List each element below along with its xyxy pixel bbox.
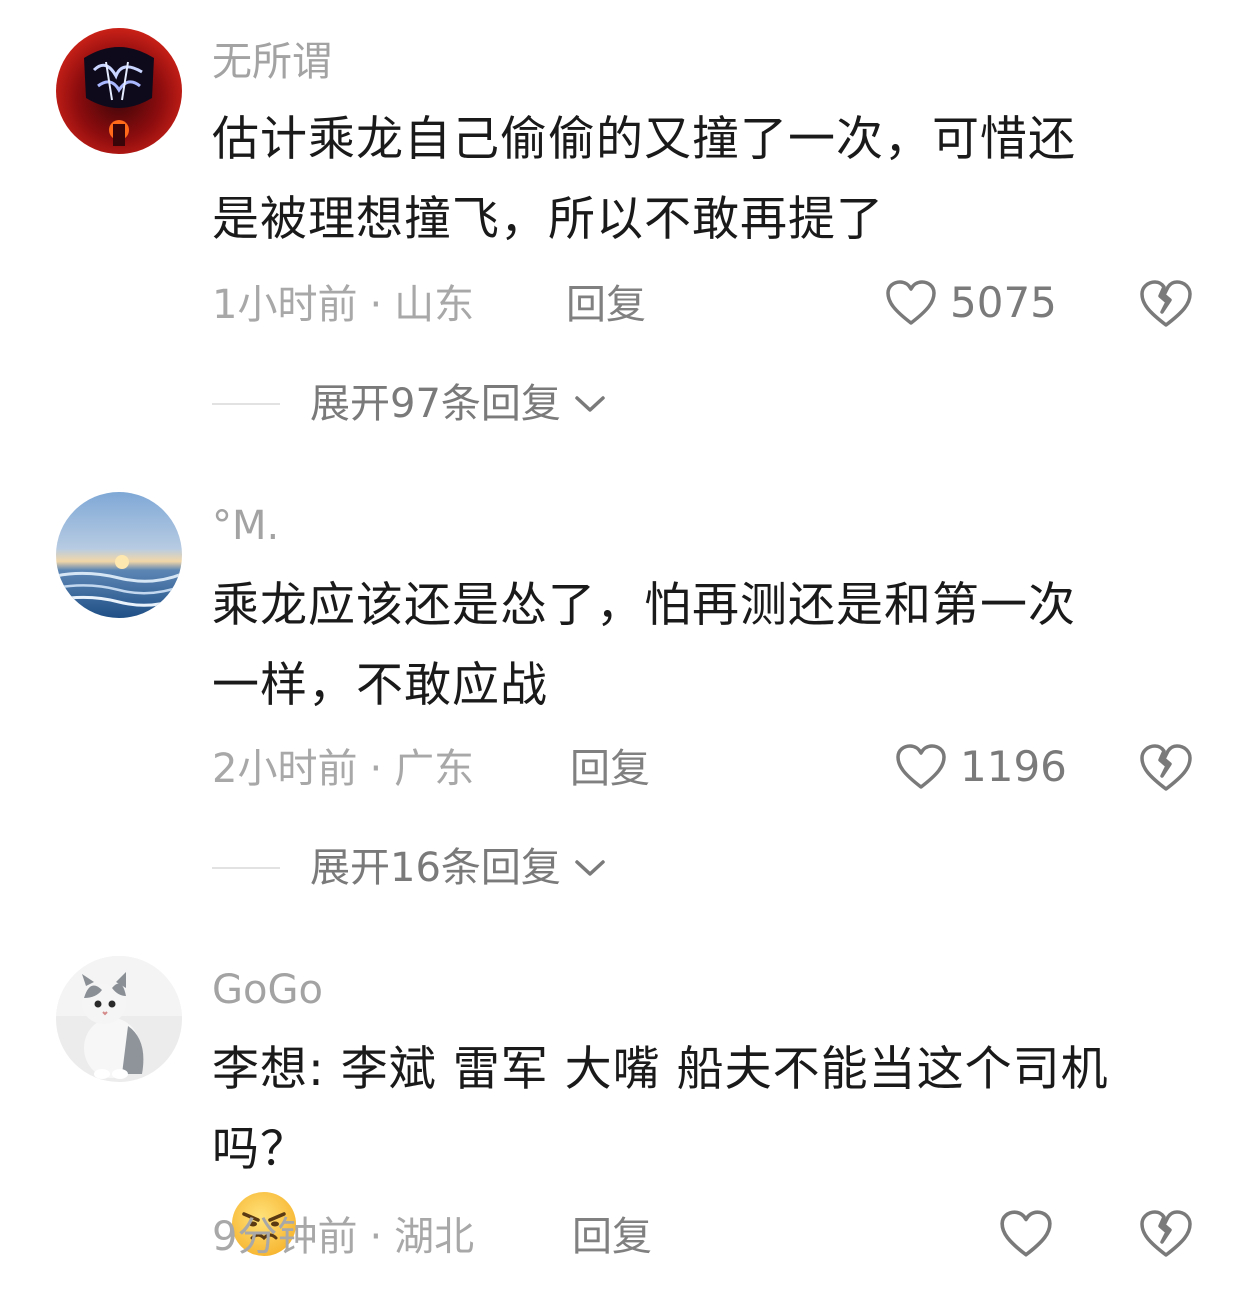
comment-text-line: 是被理想撞飞，所以不敢再提了 [212, 192, 884, 247]
comment-time: 1小时前 [212, 282, 358, 328]
reply-button[interactable]: 回复 [572, 1213, 652, 1261]
heart-outline-icon [896, 744, 946, 789]
heart-outline-icon [886, 280, 936, 325]
like-button[interactable]: 1196 [894, 742, 1067, 792]
heart-outline-icon [1000, 1210, 1052, 1257]
broken-heart-icon [1140, 280, 1192, 327]
dislike-button[interactable] [1138, 742, 1194, 798]
reply-button[interactable]: 回复 [566, 281, 646, 329]
like-count: 1196 [960, 742, 1067, 791]
comment-text-line: 乘龙应该还是怂了，怕再测还是和第一次 [212, 578, 1076, 633]
comment-location: 山东 [394, 282, 475, 328]
meta-separator: · [369, 282, 383, 328]
comment-location: 湖北 [394, 1214, 475, 1260]
comment-text-line-end: 吗？ [212, 1122, 308, 1177]
comment-text-line: 一样，不敢应战 [212, 658, 548, 713]
ocean-sunset-avatar-icon [56, 492, 182, 618]
like-count: 5075 [950, 278, 1057, 327]
comment-text-line: 李想: 李斌 雷军 大嘴 船夫不能当这个司机 [212, 1042, 1109, 1097]
avatar[interactable] [56, 956, 182, 1082]
grey-white-kitten-avatar-icon [56, 956, 182, 1082]
broken-heart-icon [1140, 744, 1192, 791]
comment-username[interactable]: GoGo [212, 966, 323, 1014]
comment-location: 广东 [394, 746, 475, 792]
comment-time: 2小时前 [212, 746, 358, 792]
comment-meta: 1小时前 · 山东 [212, 281, 474, 329]
comment-text-line: 估计乘龙自己偷偷的又撞了一次，可惜还 [212, 112, 1076, 167]
expand-replies-label: 展开97条回复 [310, 381, 561, 427]
chevron-down-icon [575, 860, 605, 876]
dislike-button[interactable] [1138, 1208, 1194, 1264]
like-button[interactable] [998, 1208, 1066, 1260]
meta-separator: · [369, 1214, 383, 1260]
comment-meta: 2小时前 · 广东 [212, 745, 474, 793]
meta-separator: · [369, 746, 383, 792]
expand-replies-button[interactable]: 展开16条回复 [212, 844, 607, 892]
expand-replies-label: 展开16条回复 [310, 845, 561, 891]
dislike-button[interactable] [1138, 278, 1194, 334]
comment-username[interactable]: 无所谓 [212, 38, 332, 86]
expand-divider [212, 403, 280, 405]
expand-replies-button[interactable]: 展开97条回复 [212, 380, 607, 428]
avatar[interactable] [56, 28, 182, 154]
comment-time: 9分钟前 [212, 1214, 358, 1260]
comment-username[interactable]: °M. [212, 502, 279, 550]
reply-button[interactable]: 回复 [570, 745, 650, 793]
comment-text: 估计乘龙自己偷偷的又撞了一次，可惜还 是被理想撞飞，所以不敢再提了 [212, 100, 1202, 260]
dark-red-flame-avatar-icon [56, 28, 182, 154]
broken-heart-icon [1140, 1210, 1192, 1257]
chevron-down-icon [575, 396, 605, 412]
expand-divider [212, 867, 280, 869]
comment-text: 乘龙应该还是怂了，怕再测还是和第一次 一样，不敢应战 [212, 566, 1202, 726]
comment-meta: 9分钟前 · 湖北 [212, 1213, 474, 1261]
avatar[interactable] [56, 492, 182, 618]
like-button[interactable]: 5075 [884, 278, 1057, 328]
